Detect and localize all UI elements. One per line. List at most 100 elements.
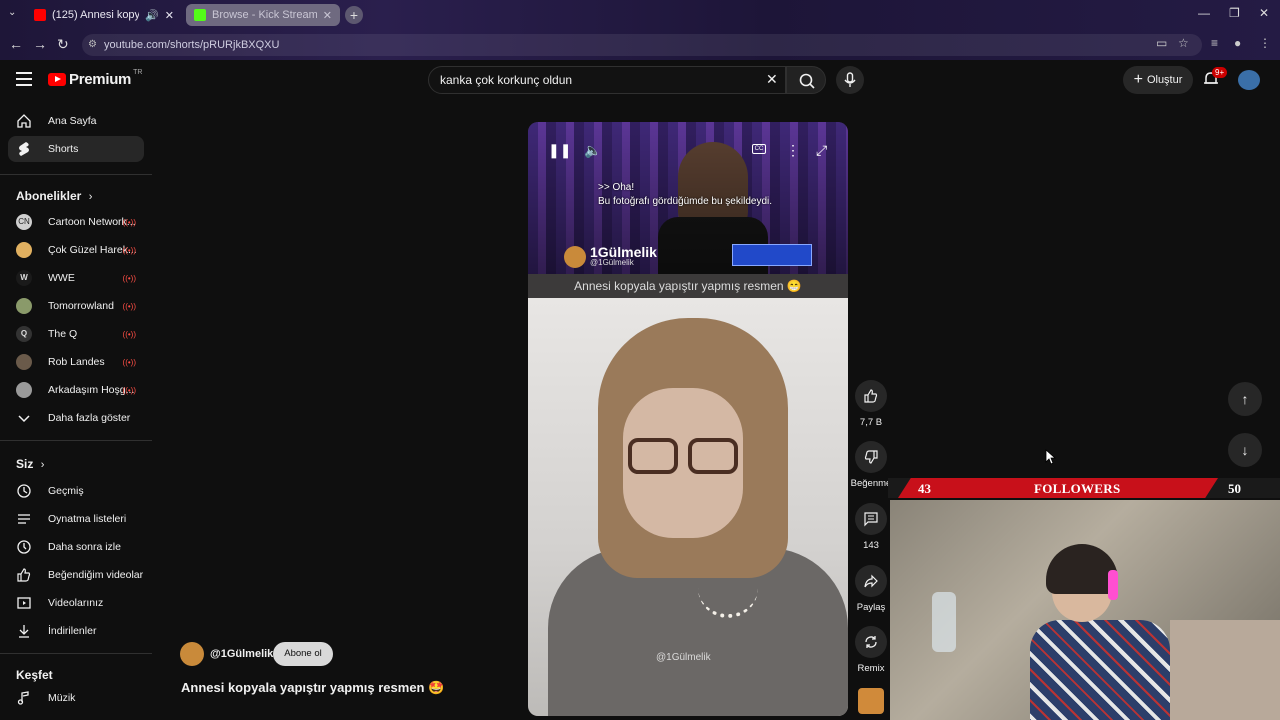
sidebar-item-label: Ana Sayfa xyxy=(48,115,97,127)
webcam-bed-shape xyxy=(1170,620,1280,720)
notification-count-badge: 9+ xyxy=(1212,67,1228,78)
fullscreen-icon[interactable]: ⤢ xyxy=(816,142,827,159)
explore-heading: Keşfet xyxy=(16,668,53,682)
volume-icon[interactable]: 🔈 xyxy=(584,142,601,159)
sidebar-item-home[interactable]: Ana Sayfa xyxy=(8,108,144,134)
sidebar-item-shorts[interactable]: Shorts xyxy=(8,136,144,162)
mouse-cursor-icon xyxy=(1045,449,1057,465)
webcam-person xyxy=(1030,540,1170,720)
next-short-button[interactable]: ↓ xyxy=(1228,433,1262,467)
divider xyxy=(0,440,152,441)
streamer-webcam xyxy=(890,500,1280,720)
thumbs-up-icon xyxy=(855,380,887,412)
forward-icon[interactable]: → xyxy=(33,36,47,52)
sidebar-item-playlists[interactable]: Oynatma listeleri xyxy=(8,506,144,532)
channel-avatar: Q xyxy=(16,326,32,342)
url-field[interactable]: ⚙ youtube.com/shorts/pRURjkBXQXU xyxy=(82,34,1202,56)
sidebar-item-watch-later[interactable]: Daha sonra izle xyxy=(8,534,144,560)
tab-search-chevron-icon[interactable]: ⌄ xyxy=(8,7,16,18)
dislike-button[interactable]: Beğenme xyxy=(850,441,892,489)
tab-youtube[interactable]: (125) Annesi kopyala yapıştır 🔊 ✕ xyxy=(26,4,182,26)
pause-icon[interactable]: ❚❚ xyxy=(548,142,571,159)
show-more-button[interactable]: Daha fazla göster xyxy=(8,405,144,431)
downloads-icon xyxy=(16,623,32,639)
follower-count: 43 xyxy=(918,481,931,496)
your-videos-icon xyxy=(16,595,32,611)
sidebar-item-subscription[interactable]: Çok Güzel Harek... ((•)) xyxy=(8,237,144,263)
comment-icon xyxy=(855,503,887,535)
divider xyxy=(0,174,152,175)
video-title: Annesi kopyala yapıştır yapmış resmen 🤩 xyxy=(181,680,445,695)
sidebar-item-subscription[interactable]: CN Cartoon Network... ((•)) xyxy=(8,209,144,235)
search-button[interactable] xyxy=(786,66,826,94)
follower-goal: 50 xyxy=(1228,481,1241,496)
sidebar-item-subscription[interactable]: Tomorrowland ((•)) xyxy=(8,293,144,319)
profile-icon[interactable]: ● xyxy=(1234,36,1241,50)
site-info-icon[interactable]: ⚙ xyxy=(88,34,97,56)
cast-icon[interactable]: ▭ xyxy=(1156,36,1167,50)
sidebar-item-subscription[interactable]: W WWE ((•)) xyxy=(8,265,144,291)
sidebar-item-label: Rob Landes xyxy=(48,356,105,368)
search-input[interactable]: kanka çok korkunç oldun xyxy=(428,66,786,94)
kick-favicon-icon xyxy=(194,9,206,21)
browser-menu-icon[interactable]: ⋮ xyxy=(1259,36,1271,50)
create-button[interactable]: + Oluştur xyxy=(1123,66,1193,94)
close-window-icon[interactable]: ✕ xyxy=(1259,6,1269,20)
live-indicator-icon: ((•)) xyxy=(122,329,136,339)
menu-icon[interactable] xyxy=(16,72,32,86)
sidebar: Ana Sayfa Shorts Abonelikler › CN Cartoo… xyxy=(0,104,156,720)
live-indicator-icon: ((•)) xyxy=(122,273,136,283)
sidebar-item-subscription[interactable]: Rob Landes ((•)) xyxy=(8,349,144,375)
webcam-shirt-shape xyxy=(1030,620,1170,720)
address-bar-row: ← → ↻ ⚙ youtube.com/shorts/pRURjkBXQXU ▭… xyxy=(0,32,1280,58)
sidebar-item-label: Oynatma listeleri xyxy=(48,513,127,525)
music-icon xyxy=(16,690,32,706)
account-avatar[interactable] xyxy=(1238,70,1260,90)
bookmark-star-icon[interactable]: ☆ xyxy=(1178,36,1189,50)
sidebar-item-history[interactable]: Geçmiş xyxy=(8,478,144,504)
tab-title: Browse - Kick Streaming xyxy=(212,9,317,21)
embedded-channel-avatar xyxy=(564,246,586,268)
media-control-icon[interactable]: ≡ xyxy=(1211,36,1218,50)
new-tab-button[interactable]: + xyxy=(345,6,363,24)
like-button[interactable]: 7,7 B xyxy=(850,380,892,428)
sound-channel-thumbnail[interactable] xyxy=(858,688,884,714)
glasses-left xyxy=(628,438,678,474)
share-button[interactable]: Paylaş xyxy=(850,565,892,613)
search-query: kanka çok korkunç oldun xyxy=(440,73,573,87)
channel-avatar[interactable] xyxy=(180,642,204,666)
back-icon[interactable]: ← xyxy=(9,36,23,52)
voice-search-button[interactable] xyxy=(836,66,864,94)
tab-close-icon[interactable]: ✕ xyxy=(165,9,174,22)
channel-handle[interactable]: @1Gülmelik xyxy=(210,648,273,660)
sidebar-item-subscription[interactable]: Arkadaşım Hoşg... ((•)) xyxy=(8,377,144,403)
captions-icon[interactable]: CC xyxy=(752,144,766,154)
previous-short-button[interactable]: ↑ xyxy=(1228,382,1262,416)
sidebar-item-your-videos[interactable]: Videolarınız xyxy=(8,590,144,616)
minimize-icon[interactable]: — xyxy=(1198,6,1210,20)
tab-close-icon[interactable]: ✕ xyxy=(323,9,332,22)
sidebar-item-downloads[interactable]: İndirilenler xyxy=(8,618,144,644)
clear-search-icon[interactable]: ✕ xyxy=(766,71,778,88)
restore-icon[interactable]: ❐ xyxy=(1229,6,1240,20)
subscribe-button[interactable]: Abone ol xyxy=(273,642,333,666)
shorts-player[interactable]: ❚❚ 🔈 CC ⋮ ⤢ >> Oha! Bu fotoğrafı gördüğü… xyxy=(528,122,848,716)
remix-label: Remix xyxy=(857,663,885,674)
arrow-up-icon: ↑ xyxy=(1241,391,1249,407)
tab-kick[interactable]: Browse - Kick Streaming ✕ xyxy=(186,4,340,26)
sidebar-item-liked-videos[interactable]: Beğendiğim videolar xyxy=(8,562,144,588)
sidebar-item-subscription[interactable]: Q The Q ((•)) xyxy=(8,321,144,347)
sidebar-item-music[interactable]: Müzik xyxy=(8,685,144,711)
more-options-icon[interactable]: ⋮ xyxy=(786,142,800,159)
you-heading[interactable]: Siz › xyxy=(16,457,44,471)
subscriptions-heading[interactable]: Abonelikler › xyxy=(16,189,92,203)
subscriptions-title: Abonelikler xyxy=(16,189,82,203)
comments-button[interactable]: 143 xyxy=(850,503,892,551)
remix-button[interactable]: Remix xyxy=(850,626,892,674)
audio-icon[interactable]: 🔊 xyxy=(145,9,159,22)
youtube-premium-logo[interactable]: Premium TR xyxy=(48,69,142,88)
shorts-icon xyxy=(16,141,32,157)
reload-icon[interactable]: ↻ xyxy=(57,36,69,53)
channel-avatar xyxy=(16,298,32,314)
dislike-label: Beğenme xyxy=(850,478,892,489)
